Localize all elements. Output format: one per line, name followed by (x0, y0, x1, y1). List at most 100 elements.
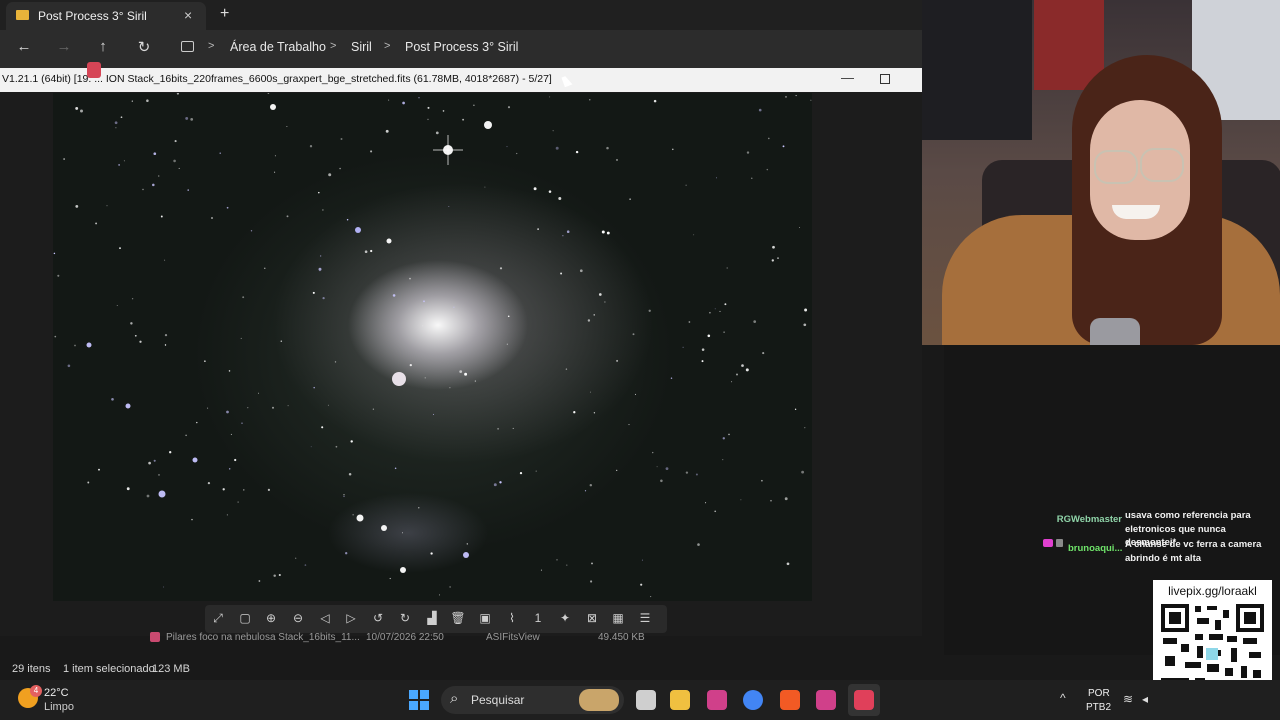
star-point (573, 411, 576, 414)
star-point (432, 413, 435, 415)
star-point (670, 377, 673, 379)
webcam-feed (922, 0, 1280, 345)
star-point (352, 514, 354, 516)
rotate-left-icon[interactable]: ↺ (369, 611, 387, 625)
star-point (540, 569, 542, 571)
fit-icon[interactable]: ⤢ (209, 611, 227, 626)
star-point (240, 337, 242, 339)
one-to-one-icon[interactable]: 1 (529, 611, 547, 625)
star-point (75, 205, 79, 208)
star-point (370, 150, 373, 153)
star-point (629, 198, 631, 200)
breadcrumb-desktop[interactable]: Área de Trabalho (230, 40, 326, 54)
star-point (701, 360, 704, 363)
new-tab-button[interactable]: + (220, 5, 229, 23)
volume-icon[interactable]: ◂ (1142, 692, 1148, 706)
star-point (584, 490, 587, 492)
menu-icon[interactable]: ☰ (636, 611, 654, 625)
star-point (350, 440, 353, 443)
star-point (53, 252, 56, 255)
chevron-up-icon[interactable]: ^ (1060, 691, 1066, 705)
task-view-icon[interactable] (636, 690, 656, 710)
app-icon[interactable] (816, 690, 836, 710)
star-point (768, 137, 770, 140)
star-point (57, 274, 60, 277)
delete-icon[interactable]: 🗑 (449, 611, 467, 625)
wifi-icon[interactable]: ≋ (1123, 692, 1133, 706)
forward-button[interactable]: → (53, 38, 75, 55)
breadcrumb-siril[interactable]: Siril (351, 40, 372, 54)
language-top[interactable]: POR (1088, 688, 1110, 699)
language-bottom[interactable]: PTB2 (1086, 702, 1111, 713)
star-point (54, 335, 57, 338)
subscriber-badge-icon (1043, 539, 1053, 547)
star-point (616, 469, 618, 472)
histogram-icon[interactable]: ▟ (423, 611, 441, 625)
star-point (340, 138, 343, 140)
zoom-in-icon[interactable]: ⊕ (262, 611, 280, 625)
star-point (409, 363, 412, 367)
zoom-out-icon[interactable]: ⊖ (289, 611, 307, 625)
star-point (388, 99, 390, 101)
fullscreen-icon[interactable]: ▢ (236, 611, 254, 625)
star-point (660, 479, 663, 483)
back-button[interactable]: ← (13, 38, 35, 55)
file-explorer-icon[interactable] (670, 690, 690, 710)
star-point (714, 308, 716, 310)
chrome-icon[interactable] (743, 690, 763, 710)
star-point (169, 451, 172, 454)
star-point (566, 230, 570, 233)
star-point (616, 359, 619, 362)
stretch-icon[interactable]: ⌇ (503, 611, 521, 625)
windows-start-icon[interactable] (409, 690, 429, 710)
nebula-image[interactable] (53, 93, 812, 601)
this-pc-icon[interactable] (181, 41, 194, 52)
star-point (346, 219, 349, 221)
star-point (207, 481, 211, 485)
star-point (409, 277, 411, 280)
star-point (685, 471, 689, 474)
maximize-button[interactable] (880, 74, 890, 84)
star-point (111, 397, 114, 401)
star-point (556, 559, 558, 561)
star-point (579, 269, 583, 273)
next-icon[interactable]: ▷ (342, 611, 360, 625)
star-point (464, 372, 468, 376)
explorer-tab[interactable]: Post Process 3° Siril × (6, 2, 206, 30)
star-point (153, 152, 157, 156)
star-point (723, 331, 725, 333)
star-point (190, 118, 194, 121)
refresh-button[interactable]: ↻ (133, 38, 155, 56)
rotate-right-icon[interactable]: ↻ (396, 611, 414, 625)
star-point (803, 323, 807, 327)
star-point (372, 408, 375, 410)
star-point (786, 562, 790, 566)
star-point (187, 189, 189, 191)
star-point (287, 405, 289, 407)
star-icon[interactable]: ✦ (556, 611, 574, 625)
crop-icon[interactable]: ⊠ (583, 611, 601, 625)
star-point (75, 106, 79, 110)
breadcrumb-post-process[interactable]: Post Process 3° Siril (405, 40, 518, 54)
star-point (549, 96, 551, 98)
taskbar-search[interactable]: ⌕ Pesquisar (441, 686, 624, 714)
tab-title: Post Process 3° Siril (38, 9, 147, 23)
up-button[interactable]: ↑ (92, 38, 114, 55)
brave-icon[interactable] (780, 690, 800, 710)
tab-close-icon[interactable]: × (184, 7, 192, 23)
prev-icon[interactable]: ◁ (316, 611, 334, 625)
star-point (130, 322, 133, 325)
star-point (499, 267, 503, 270)
star-point (652, 451, 654, 454)
active-app-highlight[interactable] (848, 684, 880, 716)
star-point (207, 407, 209, 409)
file-row[interactable]: Pilares foco na nebulosa Stack_16bits_11… (150, 632, 950, 646)
star-point (707, 334, 711, 338)
star-point (795, 95, 797, 97)
minimize-button[interactable]: — (841, 70, 854, 85)
grid-icon[interactable]: ▦ (609, 611, 627, 625)
save-icon[interactable]: ▣ (476, 611, 494, 625)
star-point (770, 499, 772, 502)
app-icon[interactable] (707, 690, 727, 710)
star-point (116, 305, 118, 307)
